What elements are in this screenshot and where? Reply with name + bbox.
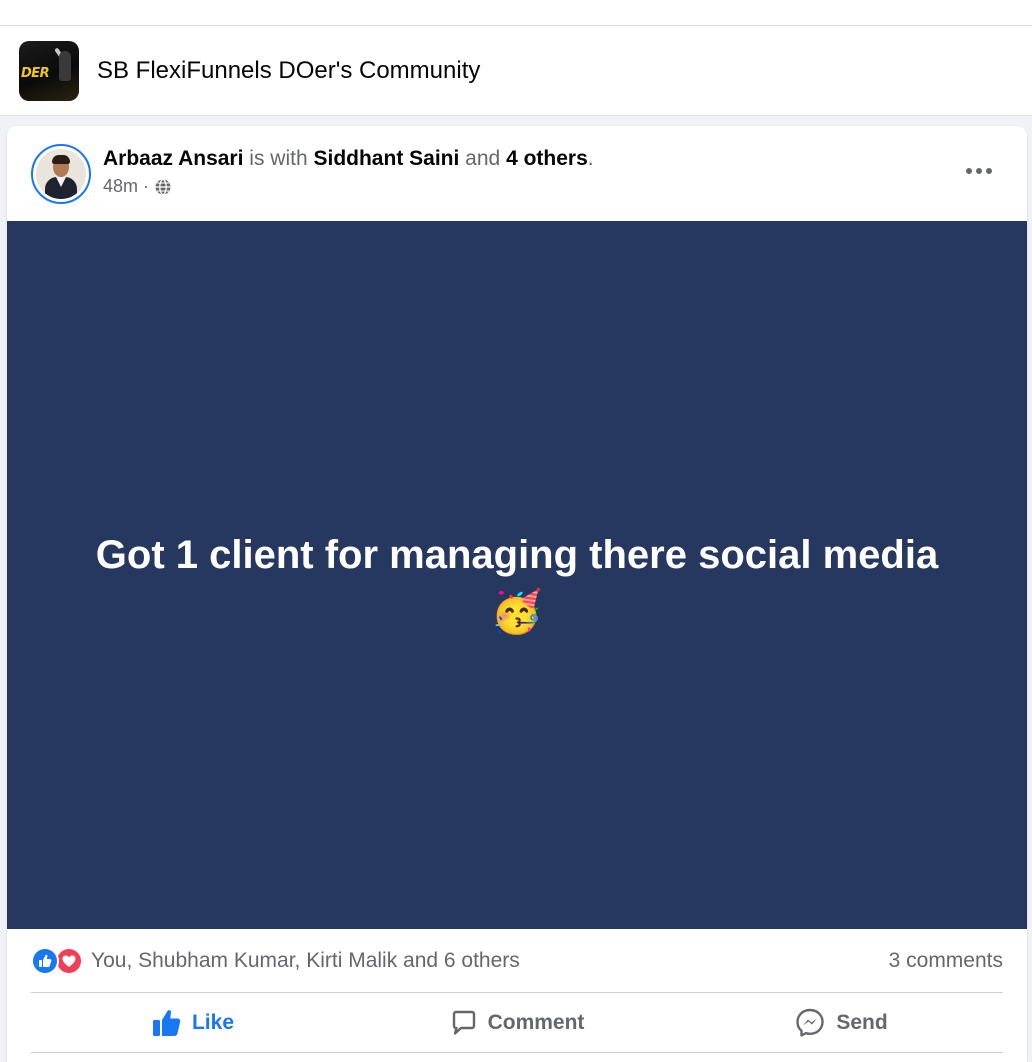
post-header: Arbaaz Ansari is with Siddhant Saini and… bbox=[7, 126, 1027, 221]
author-line: Arbaaz Ansari is with Siddhant Saini and… bbox=[103, 146, 594, 172]
post-subline: 48m · bbox=[103, 176, 594, 197]
comments-count[interactable]: 3 comments bbox=[889, 949, 1003, 973]
send-label: Send bbox=[836, 1010, 888, 1034]
post-meta: Arbaaz Ansari is with Siddhant Saini and… bbox=[103, 146, 594, 197]
group-name[interactable]: SB FlexiFunnels DOer's Community bbox=[97, 57, 480, 85]
post-message: Got 1 client for managing there social m… bbox=[95, 533, 939, 577]
reactions-summary[interactable]: You, Shubham Kumar, Kirti Malik and 6 ot… bbox=[31, 946, 520, 975]
like-label: Like bbox=[191, 1010, 235, 1034]
top-strip bbox=[0, 0, 1032, 26]
reaction-icons bbox=[31, 946, 83, 975]
comment-label: Comment bbox=[487, 1010, 585, 1034]
logo-figure bbox=[59, 50, 71, 81]
party-face-emoji: 🥳 bbox=[490, 588, 544, 635]
post-card: Arbaaz Ansari is with Siddhant Saini and… bbox=[7, 126, 1027, 1062]
post-text: Got 1 client for managing there social m… bbox=[37, 526, 997, 638]
comment-button[interactable]: Comment bbox=[355, 993, 679, 1052]
logo-text: DER bbox=[21, 65, 50, 81]
comment-icon bbox=[452, 1010, 475, 1035]
send-button[interactable]: Send bbox=[679, 993, 1003, 1052]
period: . bbox=[587, 147, 594, 170]
tagged-person[interactable]: Siddhant Saini bbox=[313, 147, 459, 170]
separator-dot: · bbox=[143, 176, 150, 196]
with-text: is with bbox=[249, 147, 308, 170]
avatar-photo bbox=[36, 149, 86, 199]
reactions-row: You, Shubham Kumar, Kirti Malik and 6 ot… bbox=[31, 929, 1003, 993]
and-text: and bbox=[465, 147, 501, 170]
more-icon bbox=[966, 168, 992, 174]
actions-row: Like Comment Send bbox=[31, 993, 1003, 1053]
post-body: Got 1 client for managing there social m… bbox=[7, 221, 1027, 929]
post-time[interactable]: 48m bbox=[103, 176, 138, 197]
more-options-button[interactable] bbox=[961, 156, 997, 186]
thumbs-up-icon bbox=[152, 1009, 181, 1036]
avatar-hair bbox=[52, 155, 70, 164]
author-name[interactable]: Arbaaz Ansari bbox=[103, 147, 243, 170]
like-button[interactable]: Like bbox=[31, 993, 355, 1052]
messenger-icon bbox=[796, 1008, 825, 1037]
author-avatar[interactable] bbox=[31, 144, 91, 204]
like-icon bbox=[31, 946, 59, 975]
reactions-text[interactable]: You, Shubham Kumar, Kirti Malik and 6 ot… bbox=[91, 949, 520, 973]
tagged-others[interactable]: 4 others bbox=[506, 147, 588, 170]
group-header: DER SB FlexiFunnels DOer's Community bbox=[0, 26, 1032, 116]
love-icon bbox=[55, 946, 83, 975]
group-logo[interactable]: DER bbox=[19, 40, 79, 101]
globe-icon[interactable] bbox=[154, 178, 172, 196]
